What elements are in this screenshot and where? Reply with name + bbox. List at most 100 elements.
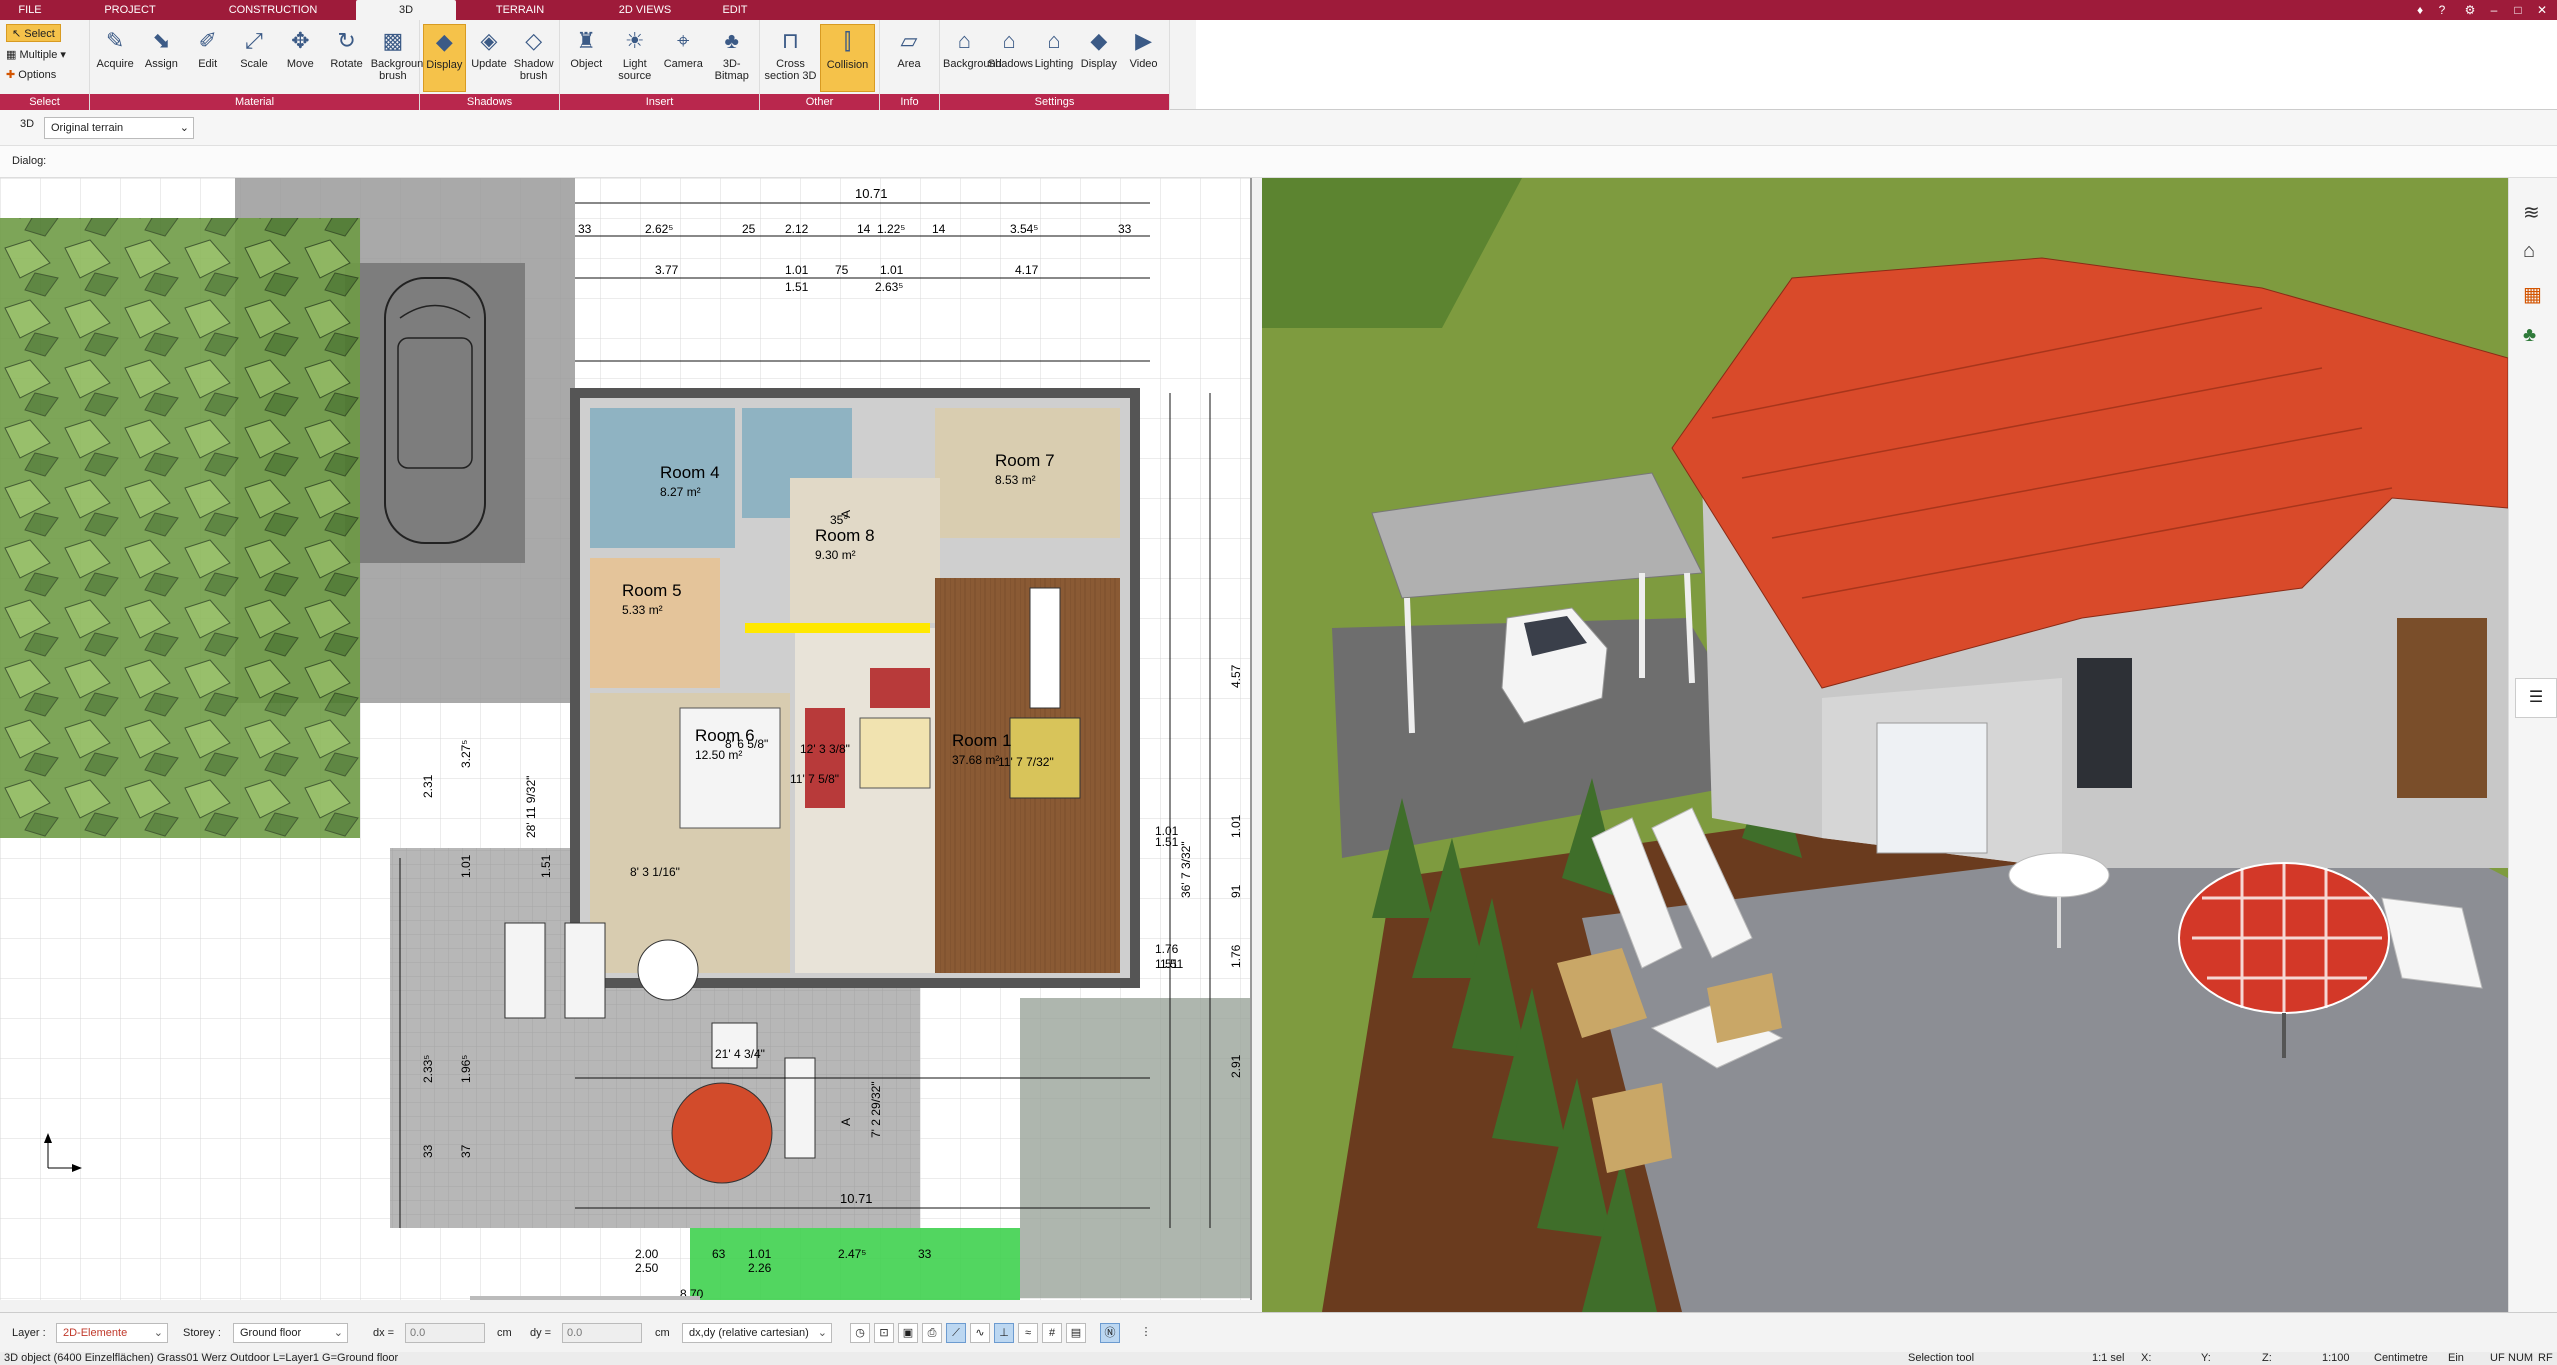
layer-select[interactable]: 2D-Elemente ⌄ [56, 1323, 168, 1343]
object-button[interactable]: ♜ Object [563, 24, 610, 92]
room-area: 8.27 m² [660, 485, 701, 499]
maximize-icon[interactable]: □ [2510, 2, 2526, 18]
select-tool-button[interactable]: ↖ Select [6, 24, 61, 42]
menu-tab-2d-views[interactable]: 2D VIEWS [605, 0, 685, 20]
storey-select[interactable]: Ground floor ⌄ [233, 1323, 348, 1343]
display-button[interactable]: ◆ Display [1077, 24, 1120, 92]
print-icon[interactable]: ⎙ [922, 1323, 942, 1343]
dx-input[interactable]: 0.0 [405, 1323, 485, 1343]
multiple-dropdown[interactable]: ▦ Multiple ▾ [6, 46, 66, 64]
grid-icon[interactable]: # [1042, 1323, 1062, 1343]
more-icon[interactable]: ⋮ [1136, 1323, 1156, 1343]
background-button[interactable]: ⌂ Background [943, 24, 1002, 92]
y-coord: Y: [2201, 1352, 2211, 1364]
collision-button[interactable]: ⫿ Collision [820, 24, 875, 92]
clock-icon[interactable]: ◷ [850, 1323, 870, 1343]
menu-tab-project[interactable]: PROJECT [90, 0, 170, 20]
object-label: Object [570, 58, 603, 70]
menu-tab-3d[interactable]: 3D [356, 0, 456, 20]
plus-icon: ✚ [6, 69, 16, 81]
dimleft-text: 3.27⁵ [459, 740, 473, 768]
ribbon-group-shadows: ◆ Display ◈ Update ◇ Shadow brush Shadows [420, 20, 560, 110]
room-name[interactable]: Room 4 [660, 463, 720, 482]
video-button[interactable]: ▶ Video [1122, 24, 1165, 92]
option-bar: 3D Original terrain ⌄ [0, 110, 2557, 146]
scale-label: Scale [240, 58, 268, 70]
3d-scene[interactable] [1262, 178, 2508, 1312]
floor-plan-canvas[interactable]: 10.71 33 2.62⁵ 25 2.12 14 1.22⁵ 14 3.54⁵ 33 3.77… [0, 178, 1252, 1300]
furniture-icon[interactable]: ⌂ [2523, 240, 2535, 263]
cross-section-3d-button[interactable]: ⊓ Cross section 3D [763, 24, 818, 92]
group-label-select: Select [0, 94, 89, 110]
rotate-button[interactable]: ↻ Rotate [324, 24, 368, 92]
plan-scrollbar[interactable] [470, 1296, 700, 1300]
terrain-select[interactable]: Original terrain ⌄ [44, 117, 194, 139]
3d-bitmap-button[interactable]: ♣ 3D-Bitmap [709, 24, 756, 92]
background-brush-icon: ▩ [382, 28, 404, 53]
camera-button[interactable]: ⌖ Camera [660, 24, 707, 92]
info-icon[interactable]: ? [2434, 2, 2450, 18]
minimize-icon[interactable]: – [2486, 2, 2502, 18]
dy-input[interactable]: 0.0 [562, 1323, 642, 1343]
background-brush-label: Background brush [370, 58, 430, 82]
display-icon: ◆ [435, 29, 453, 54]
area-button[interactable]: ▱ Area [883, 24, 935, 92]
dimmisc-text: 36' 7 3/32" [1179, 841, 1193, 898]
acquire-button[interactable]: ✎ Acquire [93, 24, 137, 92]
room-area: 9.30 m² [815, 548, 856, 562]
edit-button[interactable]: ✐ Edit [186, 24, 230, 92]
panel-toggle-icon[interactable]: ☰ [2515, 678, 2557, 718]
background-brush-button[interactable]: ▩ Background brush [370, 24, 430, 92]
assign-button[interactable]: ⬊ Assign [139, 24, 183, 92]
light-source-button[interactable]: ☀ Light source [612, 24, 659, 92]
help-icon[interactable]: ♦ [2412, 2, 2428, 18]
floor-plan-view[interactable]: 10.71 33 2.62⁵ 25 2.12 14 1.22⁵ 14 3.54⁵ 33 3.77… [0, 178, 1252, 1300]
settings-icon[interactable]: ⚙ [2462, 2, 2478, 18]
dialog-bar: Dialog: [0, 146, 2557, 178]
dimright-text: 91 [1229, 884, 1243, 898]
ortho-icon[interactable]: ⊥ [994, 1323, 1014, 1343]
side-toolbar: ≋ ⌂ ▦ ♣ ☰ [2508, 178, 2557, 1312]
room-name[interactable]: Room 1 [952, 731, 1012, 750]
coordinate-mode-select[interactable]: dx,dy (relative cartesian) ⌄ [682, 1323, 832, 1343]
curve-icon[interactable]: ∿ [970, 1323, 990, 1343]
armchair [870, 668, 930, 708]
menu-tab-edit[interactable]: EDIT [710, 0, 760, 20]
3d-view[interactable] [1262, 178, 2508, 1312]
sofa [805, 708, 845, 808]
close-icon[interactable]: ✕ [2534, 2, 2550, 18]
plants-icon[interactable]: ♣ [2523, 324, 2536, 347]
carport-slab [345, 263, 525, 563]
n-icon[interactable]: Ⓝ [1100, 1323, 1120, 1343]
ribbon-group-select: ↖ Select ▦ Multiple ▾ ✚ Options Select [0, 20, 90, 110]
dimmisc-text: 11' 7 5/8" [790, 772, 839, 786]
display-button[interactable]: ◆ Display [423, 24, 466, 92]
dimrow1-text: 33 [1118, 222, 1132, 236]
camera-icon[interactable]: ▣ [898, 1323, 918, 1343]
lighting-button[interactable]: ⌂ Lighting [1033, 24, 1076, 92]
scale-button[interactable]: ⤢ Scale [232, 24, 276, 92]
side-table [711, 1022, 758, 1069]
materials-icon[interactable]: ▦ [2523, 282, 2542, 307]
layer-select-value: 2D-Elemente [63, 1327, 128, 1339]
shadows-button[interactable]: ⌂ Shadows [988, 24, 1033, 92]
layers-icon[interactable]: ≋ [2523, 200, 2540, 225]
move-button[interactable]: ✥ Move [278, 24, 322, 92]
options-button[interactable]: ✚ Options [6, 66, 56, 84]
room-name[interactable]: Room 8 [815, 526, 875, 545]
wave-icon[interactable]: ≈ [1018, 1323, 1038, 1343]
menu-tab-file[interactable]: FILE [0, 0, 60, 20]
update-button[interactable]: ◈ Update [468, 24, 511, 92]
move-label: Move [286, 58, 314, 70]
room-name[interactable]: Room 6 [695, 726, 755, 745]
room-name[interactable]: Room 5 [622, 581, 682, 600]
snap-icon[interactable]: ⊡ [874, 1323, 894, 1343]
shadow-brush-button[interactable]: ◇ Shadow brush [512, 24, 555, 92]
menu-tab-construction[interactable]: CONSTRUCTION [218, 0, 328, 20]
line-snap-icon[interactable]: ⟋ [946, 1323, 966, 1343]
dimrow2b-text: 1.51 [785, 280, 809, 294]
room-name[interactable]: Room 7 [995, 451, 1055, 470]
menu-tab-terrain[interactable]: TERRAIN [480, 0, 560, 20]
fill-icon[interactable]: ▤ [1066, 1323, 1086, 1343]
dimmisc-text: 21' 4 3/4" [715, 1047, 765, 1061]
